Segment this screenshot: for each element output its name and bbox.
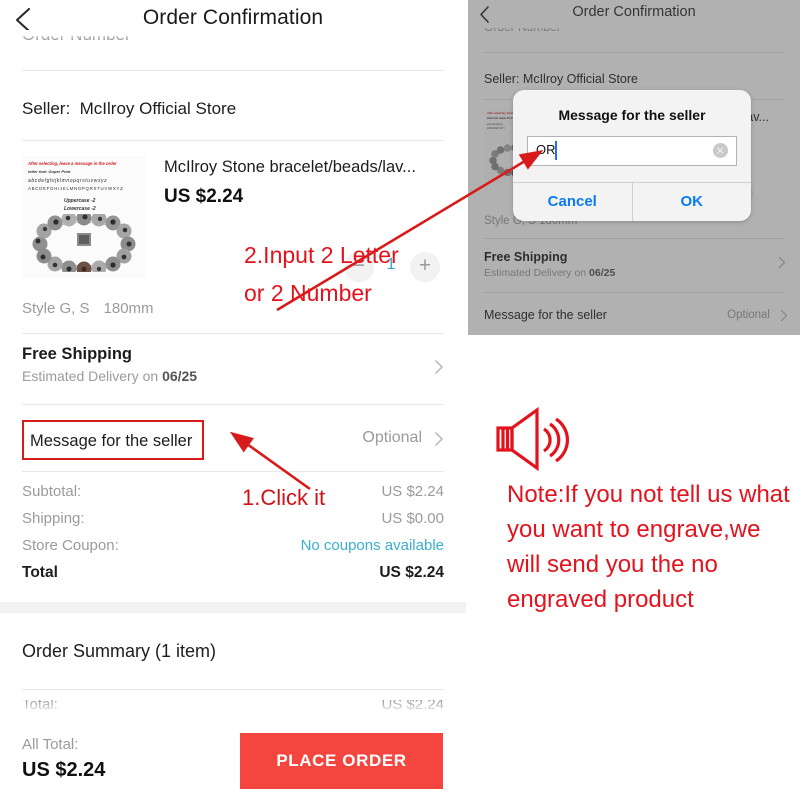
section-band (0, 602, 466, 613)
place-order-button[interactable]: PLACE ORDER (240, 733, 443, 789)
bottom-fade-mask (0, 700, 466, 722)
annotation-step-2-line-2: or 2 Number (244, 280, 372, 306)
shipping-title: Free Shipping (22, 345, 133, 363)
product-variant: Style G, S 180mm (22, 300, 154, 317)
product-price: US $2.24 (164, 186, 244, 207)
dialog-title: Message for the seller (558, 107, 706, 123)
seller-name: McIlroy Official Store (79, 99, 237, 118)
total-value: US $2.24 (379, 564, 444, 581)
message-for-seller-value: Optional (362, 429, 422, 446)
total-label: Subtotal: (22, 483, 82, 500)
dialog-input-value: OR (536, 142, 556, 157)
dialog-ok-button[interactable]: OK (633, 183, 752, 221)
total-line-total: Total US $2.24 (22, 564, 444, 591)
dialog-message-input[interactable]: OR (527, 136, 737, 166)
divider (22, 471, 444, 472)
annotation-step-2-line-1: 2.Input 2 Letter (244, 242, 399, 268)
dialog-button-row: Cancel OK (513, 183, 751, 221)
all-total-label: All Total: (22, 736, 79, 753)
total-value[interactable]: No coupons available (301, 537, 444, 554)
product-title: McIlroy Stone bracelet/beads/lav... (164, 158, 416, 176)
message-seller-dialog: Message for the seller OR Cancel OK (513, 90, 751, 221)
shipping-row[interactable]: Free Shipping Estimated Delivery on 06/2… (22, 345, 444, 384)
thumb-line-5: Uppercase -2 (64, 198, 96, 204)
divider (22, 140, 444, 141)
speaker-icon (492, 406, 572, 474)
variant-size: 180mm (103, 300, 154, 317)
total-line-store-coupon[interactable]: Store Coupon: No coupons available (22, 537, 444, 564)
message-for-seller-label[interactable]: Message for the seller (22, 420, 204, 460)
variant-style: Style G, S (22, 300, 90, 317)
total-label: Total (22, 564, 58, 581)
product-thumbnail[interactable]: After selecting, leave a message in the … (22, 156, 146, 278)
bottom-action-bar: All Total: US $2.24 PLACE ORDER (0, 722, 466, 800)
bracelet-image (30, 210, 138, 277)
thumb-line-6: Lowercase -2 (64, 206, 96, 212)
annotation-step-1: 1.Click it (242, 485, 326, 510)
chevron-right-icon[interactable] (434, 359, 444, 375)
clear-circle-icon[interactable] (713, 143, 728, 158)
divider (22, 689, 444, 690)
divider (22, 70, 444, 71)
chevron-right-icon[interactable] (434, 431, 444, 447)
thumb-line-3: abcdefghijklmnopqrstuvwxyz (28, 178, 108, 184)
dialog-cancel-button[interactable]: Cancel (513, 183, 632, 221)
shipping-estimate-date: 06/25 (162, 368, 198, 384)
order-summary-title: Order Summary (1 item) (22, 641, 217, 661)
thumb-line-1: After selecting, leave a message in the … (28, 161, 117, 166)
thumb-line-4: ABCDEFGHIJKLMNOPQRSTUVWXYZ (28, 186, 124, 191)
quantity-increase-button[interactable]: + (410, 252, 440, 282)
totals-list: Subtotal: US $2.24 Shipping: US $0.00 St… (22, 483, 444, 591)
shipping-estimate: Estimated Delivery on 06/25 (22, 368, 444, 384)
message-for-seller-row[interactable]: Message for the seller Optional (22, 420, 444, 460)
scrolled-order-number-text: Order Number (22, 36, 152, 45)
shipping-estimate-prefix: Estimated Delivery on (22, 368, 163, 384)
total-line-subtotal: Subtotal: US $2.24 (22, 483, 444, 510)
text-caret (555, 141, 557, 160)
total-value: US $0.00 (381, 510, 444, 527)
all-total-value: US $2.24 (22, 759, 106, 781)
seller-label: Seller: (22, 99, 71, 118)
seller-row[interactable]: Seller: McIlroy Official Store (22, 99, 236, 119)
total-label: Store Coupon: (22, 537, 119, 554)
left-phone-screen: Order Confirmation Order Number Seller: … (0, 0, 466, 800)
scrolled-order-number-row: Order Number (22, 36, 152, 48)
right-phone-screen: Order Confirmation Order Number Seller: … (468, 0, 800, 335)
annotation-step-2: 2.Input 2 Letter or 2 Number (244, 236, 399, 312)
annotation-note: Note:If you not tell us what you want to… (507, 481, 790, 613)
page-title: Order Confirmation (142, 6, 324, 29)
total-value: US $2.24 (381, 483, 444, 500)
total-label: Shipping: (22, 510, 85, 527)
total-line-shipping: Shipping: US $0.00 (22, 510, 444, 537)
divider (22, 404, 444, 405)
thumb-line-2: letter font :Super Print (28, 169, 71, 174)
divider (22, 333, 444, 334)
